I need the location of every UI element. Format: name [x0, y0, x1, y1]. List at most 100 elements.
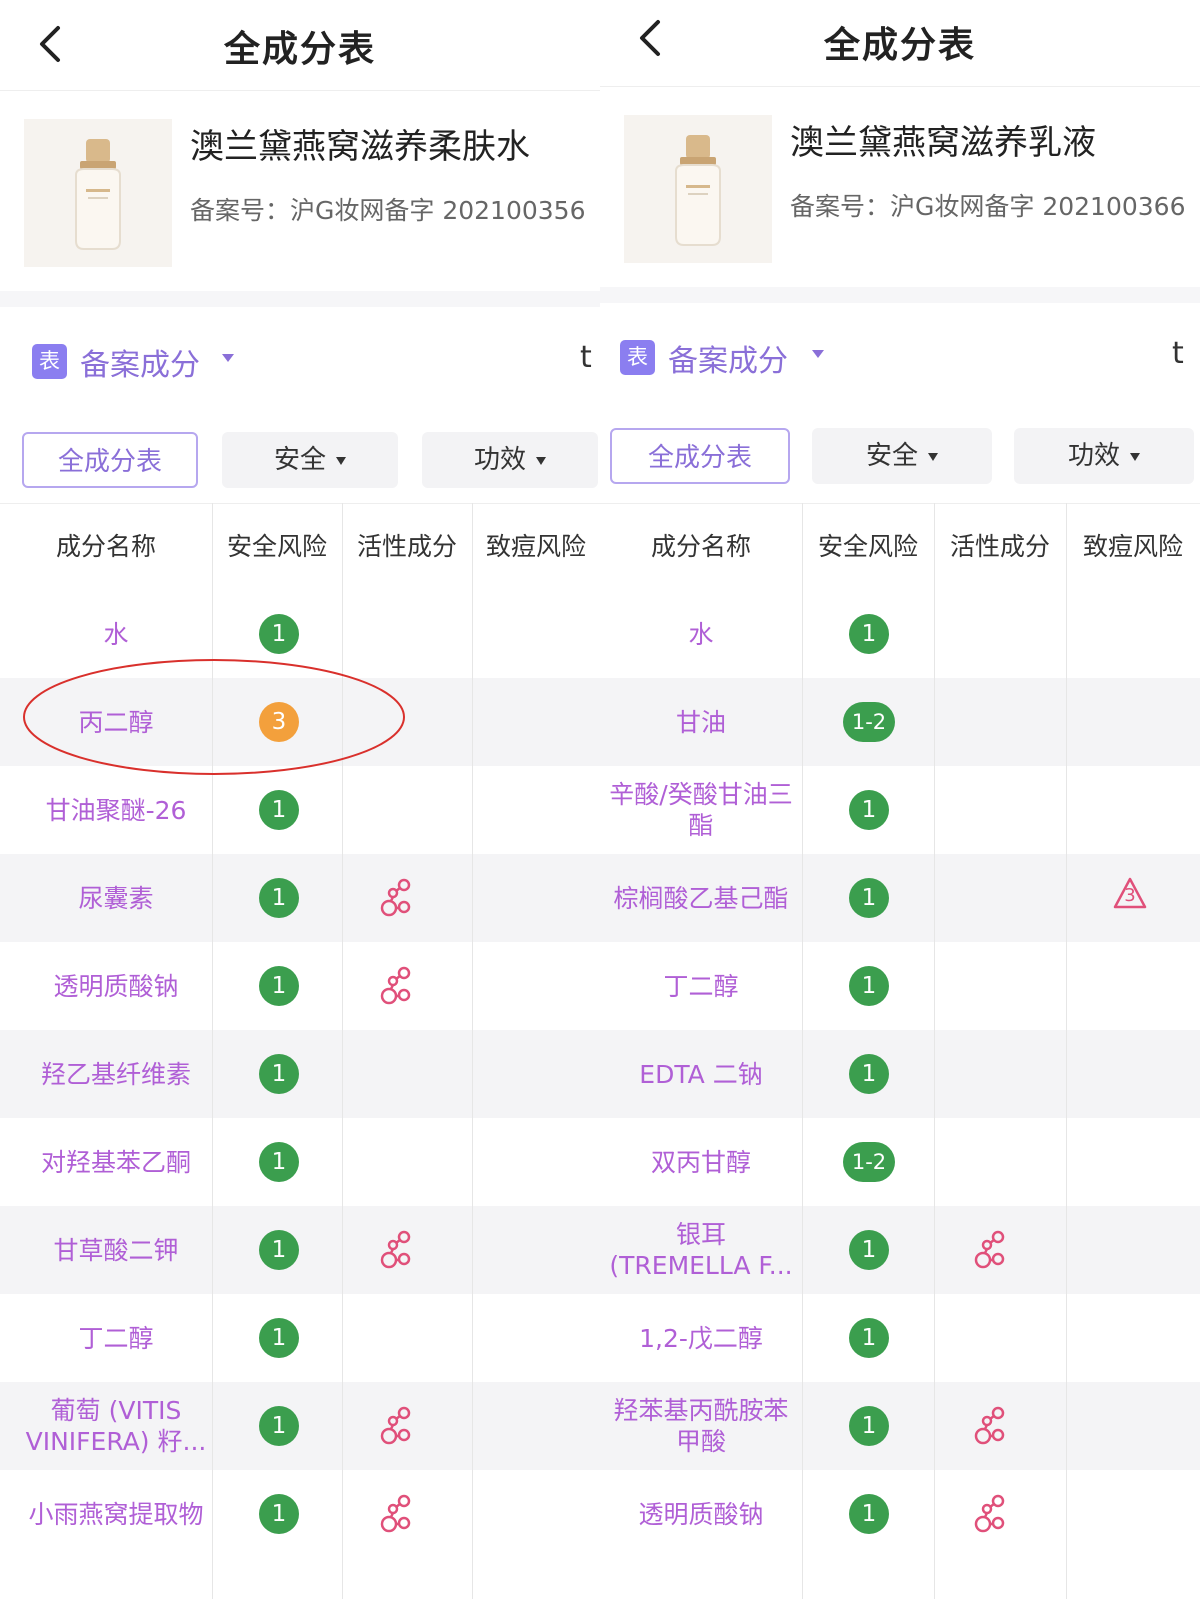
- ingredient-name[interactable]: 辛酸/癸酸甘油三酯: [600, 766, 802, 854]
- ingredient-name-text: 羟乙基纤维素: [40, 1059, 191, 1089]
- filter-label: 安全: [273, 445, 326, 475]
- ingredient-source-selector[interactable]: 表 备案成分 t: [0, 307, 600, 422]
- ingredient-name-text: 甘油聚醚-26: [45, 795, 187, 825]
- table-row[interactable]: 1,2-戊二醇 1: [600, 1294, 1200, 1382]
- caret-down-icon[interactable]: [222, 354, 234, 362]
- table-row[interactable]: 对羟基苯乙酮 1: [0, 1118, 600, 1206]
- safety-risk-badge[interactable]: 1: [259, 790, 299, 830]
- ingredient-name-text: 水: [688, 619, 714, 649]
- safety-risk-badge[interactable]: 1: [259, 614, 299, 654]
- safety-risk-badge[interactable]: 1: [849, 1494, 889, 1534]
- ingredient-name[interactable]: 1,2-戊二醇: [600, 1294, 802, 1382]
- ingredient-name[interactable]: 甘油: [600, 678, 802, 766]
- safety-risk-badge[interactable]: 1: [849, 614, 889, 654]
- table-row[interactable]: 小雨燕窝提取物 1: [0, 1470, 600, 1558]
- safety-risk-badge[interactable]: 1-2: [843, 1142, 895, 1182]
- safety-risk-badge[interactable]: 1: [259, 1142, 299, 1182]
- safety-risk-badge[interactable]: 1: [259, 1318, 299, 1358]
- ingredient-name-text: 小雨燕窝提取物: [28, 1499, 204, 1529]
- ingredient-name[interactable]: 透明质酸钠: [0, 942, 232, 1030]
- safety-risk-badge[interactable]: 1-2: [843, 702, 895, 742]
- safety-risk-badge[interactable]: 1: [849, 1230, 889, 1270]
- table-row[interactable]: 丁二醇 1: [0, 1294, 600, 1382]
- ingredient-name[interactable]: 小雨燕窝提取物: [0, 1470, 232, 1558]
- product-card[interactable]: 澳兰黛燕窝滋养乳液 备案号：沪G妆网备字 202100366: [600, 87, 1200, 287]
- table-row[interactable]: 葡萄 (VITIS VINIFERA) 籽... 1: [0, 1382, 600, 1470]
- safety-risk-badge[interactable]: 1: [259, 1230, 299, 1270]
- molecule-icon[interactable]: [380, 1406, 416, 1446]
- warning-triangle-icon[interactable]: 3: [1112, 876, 1148, 912]
- section-label[interactable]: 备案成分: [80, 340, 200, 384]
- ingredient-name[interactable]: 双丙甘醇: [600, 1118, 802, 1206]
- filter-safety-button[interactable]: 安全: [222, 432, 398, 488]
- table-row[interactable]: 甘草酸二钾 1: [0, 1206, 600, 1294]
- table-row[interactable]: 透明质酸钠 1: [0, 942, 600, 1030]
- ingredient-name[interactable]: 对羟基苯乙酮: [0, 1118, 232, 1206]
- table-row[interactable]: 甘油 1-2: [600, 678, 1200, 766]
- safety-risk-badge[interactable]: 1: [849, 1318, 889, 1358]
- column-safety-risk: 安全风险: [226, 532, 327, 561]
- ingredient-name-text: 水: [103, 619, 129, 649]
- caret-down-icon: [536, 456, 546, 465]
- section-divider: [0, 291, 600, 307]
- ingredient-name[interactable]: 尿囊素: [0, 854, 232, 942]
- molecule-icon[interactable]: [380, 966, 416, 1006]
- highlight-ellipse-annotation: [23, 659, 405, 775]
- table-row[interactable]: 羟乙基纤维素 1: [0, 1030, 600, 1118]
- safety-risk-badge[interactable]: 1: [849, 878, 889, 918]
- table-row[interactable]: 双丙甘醇 1-2: [600, 1118, 1200, 1206]
- ingredient-source-selector[interactable]: 表 备案成分 t: [600, 303, 1200, 418]
- table-row[interactable]: EDTA 二钠 1: [600, 1030, 1200, 1118]
- ingredient-name[interactable]: 透明质酸钠: [600, 1470, 802, 1558]
- safety-risk-badge[interactable]: 1: [849, 1054, 889, 1094]
- molecule-icon[interactable]: [974, 1406, 1010, 1446]
- table-row[interactable]: 羟苯基丙酰胺苯甲酸 1: [600, 1382, 1200, 1470]
- molecule-icon[interactable]: [974, 1230, 1010, 1270]
- filter-efficacy-button[interactable]: 功效: [422, 432, 598, 488]
- safety-risk-badge[interactable]: 1: [259, 1406, 299, 1446]
- ingredient-name[interactable]: 丁二醇: [600, 942, 802, 1030]
- safety-risk-badge[interactable]: 1: [259, 878, 299, 918]
- ingredient-name[interactable]: 棕榈酸乙基己酯: [600, 854, 802, 942]
- ingredient-name[interactable]: 甘油聚醚-26: [0, 766, 232, 854]
- safety-risk-badge[interactable]: 1: [849, 1406, 889, 1446]
- ingredient-name[interactable]: 羟苯基丙酰胺苯甲酸: [600, 1382, 802, 1470]
- table-row[interactable]: 透明质酸钠 1: [600, 1470, 1200, 1558]
- molecule-icon[interactable]: [380, 1230, 416, 1270]
- ingredient-name[interactable]: 水: [600, 590, 802, 678]
- safety-risk-badge[interactable]: 1: [259, 966, 299, 1006]
- filter-label: 安全: [865, 441, 918, 471]
- ingredient-name[interactable]: 银耳 (TREMELLA F...: [600, 1206, 802, 1294]
- ingredient-name[interactable]: 丁二醇: [0, 1294, 232, 1382]
- product-card[interactable]: 澳兰黛燕窝滋养柔肤水 备案号：沪G妆网备字 202100356: [0, 91, 600, 291]
- filter-efficacy-button[interactable]: 功效: [1014, 428, 1194, 484]
- table-row[interactable]: 甘油聚醚-26 1: [0, 766, 600, 854]
- molecule-icon[interactable]: [974, 1494, 1010, 1534]
- ingredient-name[interactable]: 葡萄 (VITIS VINIFERA) 籽...: [0, 1382, 232, 1470]
- molecule-icon[interactable]: [380, 1494, 416, 1534]
- table-row[interactable]: 丁二醇 1: [600, 942, 1200, 1030]
- safety-risk-badge[interactable]: 1: [849, 966, 889, 1006]
- ingredient-name-text: 辛酸/癸酸甘油三酯: [609, 780, 793, 840]
- filter-label: 功效: [473, 445, 526, 475]
- column-active-ingredient: 活性成分: [949, 532, 1050, 561]
- ingredient-name[interactable]: EDTA 二钠: [600, 1030, 802, 1118]
- column-divider: [1066, 503, 1067, 1599]
- caret-down-icon: [1130, 452, 1140, 461]
- ingredient-name[interactable]: 甘草酸二钾: [0, 1206, 232, 1294]
- section-label[interactable]: 备案成分: [668, 336, 788, 380]
- filter-full-list-button[interactable]: 全成分表: [610, 428, 790, 484]
- safety-risk-badge[interactable]: 1: [849, 790, 889, 830]
- safety-risk-badge[interactable]: 1: [259, 1054, 299, 1094]
- filter-safety-button[interactable]: 安全: [812, 428, 992, 484]
- caret-down-icon[interactable]: [812, 350, 824, 358]
- molecule-icon[interactable]: [380, 878, 416, 918]
- filter-full-list-button[interactable]: 全成分表: [22, 432, 198, 488]
- table-row[interactable]: 银耳 (TREMELLA F... 1: [600, 1206, 1200, 1294]
- table-row[interactable]: 棕榈酸乙基己酯 1 3: [600, 854, 1200, 942]
- ingredient-name[interactable]: 羟乙基纤维素: [0, 1030, 232, 1118]
- table-row[interactable]: 尿囊素 1: [0, 854, 600, 942]
- table-row[interactable]: 辛酸/癸酸甘油三酯 1: [600, 766, 1200, 854]
- table-row[interactable]: 水1: [600, 590, 1200, 678]
- safety-risk-badge[interactable]: 1: [259, 1494, 299, 1534]
